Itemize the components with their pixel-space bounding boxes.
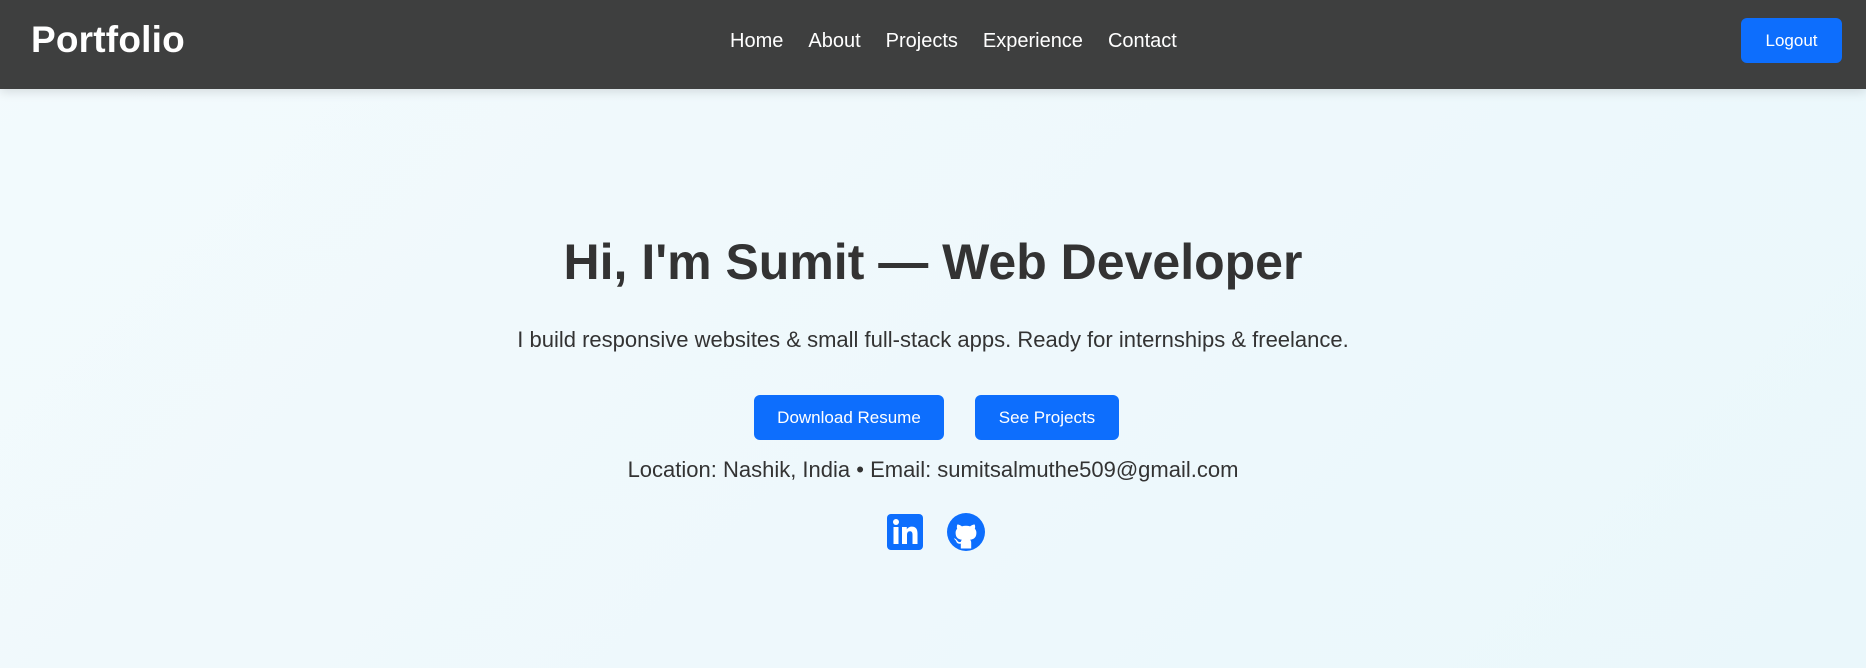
nav-link-experience[interactable]: Experience (983, 28, 1083, 54)
main-nav: Home About Projects Experience Contact (730, 28, 1177, 54)
nav-link-projects[interactable]: Projects (886, 28, 958, 54)
navbar: Portfolio Home About Projects Experience… (0, 0, 1866, 89)
nav-link-home[interactable]: Home (730, 28, 783, 54)
nav-link-about[interactable]: About (808, 28, 860, 54)
hero-section: Hi, I'm Sumit — Web Developer I build re… (0, 89, 1866, 668)
hero-subtitle: I build responsive websites & small full… (517, 327, 1349, 352)
hero-title: Hi, I'm Sumit — Web Developer (563, 234, 1303, 290)
see-projects-button[interactable]: See Projects (975, 395, 1119, 440)
contact-info: Location: Nashik, India • Email: sumitsa… (627, 457, 1239, 482)
nav-link-contact[interactable]: Contact (1108, 28, 1177, 54)
logout-button[interactable]: Logout (1741, 18, 1842, 63)
linkedin-icon[interactable] (885, 512, 925, 552)
download-resume-button[interactable]: Download Resume (754, 395, 944, 440)
github-icon[interactable] (946, 512, 986, 552)
brand-logo[interactable]: Portfolio (31, 19, 185, 61)
